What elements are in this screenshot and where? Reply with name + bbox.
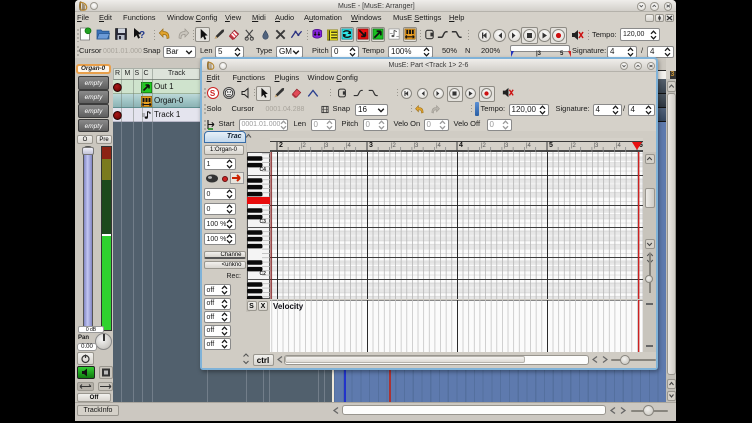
svg-text:?: ?	[139, 30, 145, 41]
